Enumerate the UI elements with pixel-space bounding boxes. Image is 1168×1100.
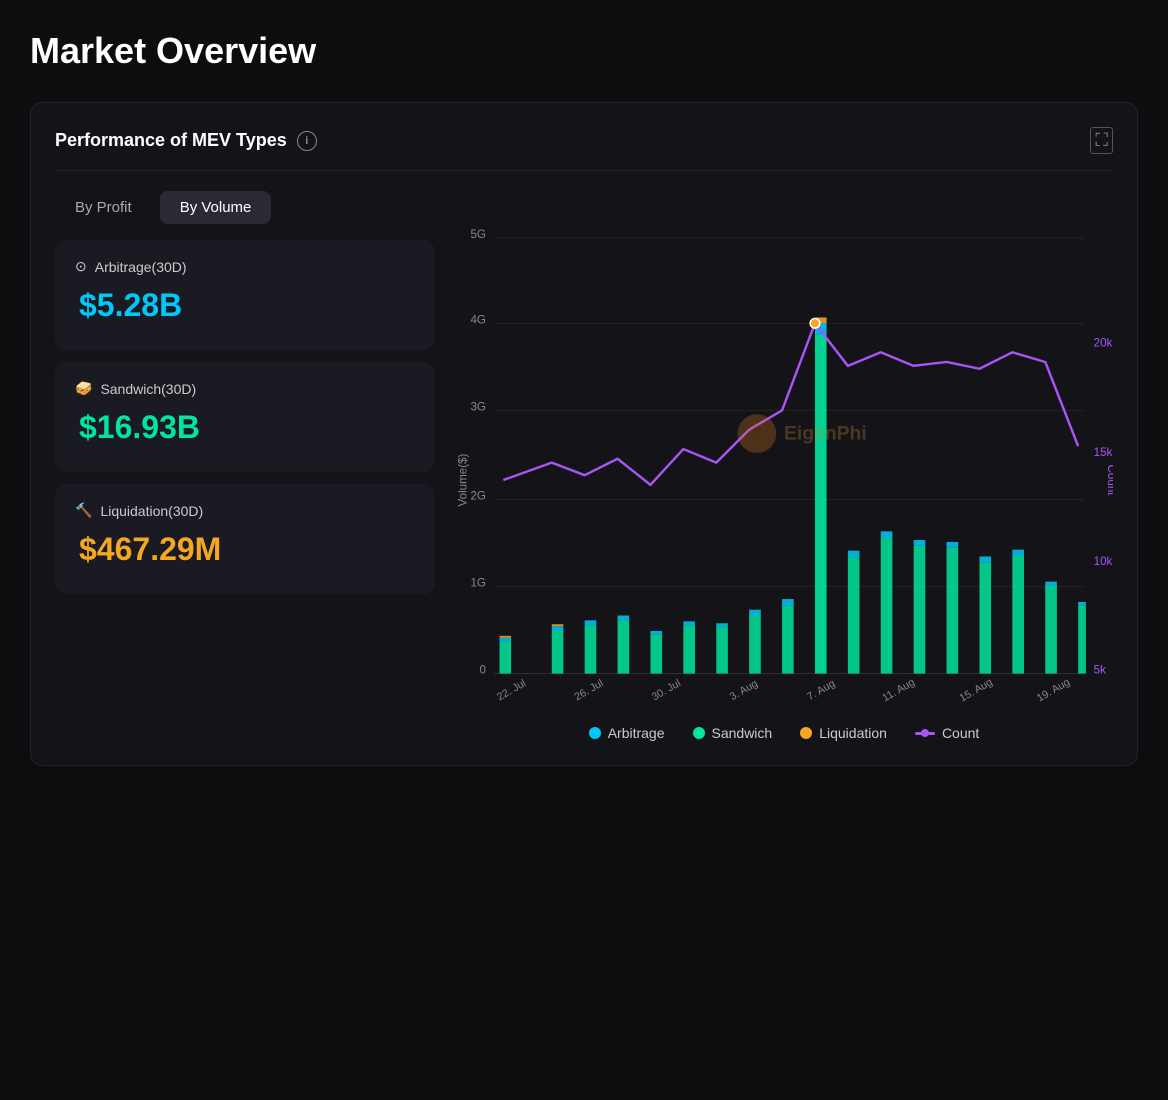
metric-cards: ⊙ Arbitrage(30D) $5.28B 🥪 Sandwich(30D) …: [55, 240, 435, 594]
legend-count: Count: [915, 725, 979, 741]
sandwich-value: $16.93B: [79, 409, 415, 446]
liquidation-icon: 🔨: [75, 502, 92, 519]
content-area: By Profit By Volume ⊙ Arbitrage(30D) $5.…: [55, 191, 1113, 741]
arbitrage-icon: ⊙: [75, 258, 87, 275]
sandwich-label: 🥪 Sandwich(30D): [75, 380, 415, 397]
svg-text:Count: Count: [1105, 465, 1113, 497]
count-legend-label: Count: [942, 725, 979, 741]
svg-text:3G: 3G: [470, 400, 486, 413]
svg-text:4G: 4G: [470, 313, 486, 326]
svg-text:30. Jul: 30. Jul: [650, 677, 683, 703]
expand-icon[interactable]: ⛶: [1090, 127, 1113, 154]
left-panel: By Profit By Volume ⊙ Arbitrage(30D) $5.…: [55, 191, 435, 741]
svg-text:3. Aug: 3. Aug: [728, 678, 760, 704]
svg-text:26. Jul: 26. Jul: [572, 677, 605, 703]
liquidation-legend-dot: [800, 727, 812, 739]
liquidation-value: $467.29M: [79, 531, 415, 568]
arbitrage-card: ⊙ Arbitrage(30D) $5.28B: [55, 240, 435, 350]
svg-text:19. Aug: 19. Aug: [1035, 676, 1072, 704]
legend-sandwich: Sandwich: [693, 725, 773, 741]
svg-text:11. Aug: 11. Aug: [880, 676, 917, 704]
toggle-buttons: By Profit By Volume: [55, 191, 435, 224]
svg-text:5k: 5k: [1094, 664, 1106, 677]
svg-text:10k: 10k: [1094, 555, 1113, 568]
arbitrage-value: $5.28B: [79, 287, 415, 324]
svg-text:7. Aug: 7. Aug: [805, 678, 837, 704]
info-icon[interactable]: i: [297, 131, 317, 151]
svg-text:Volume($): Volume($): [457, 453, 470, 506]
card-title: Performance of MEV Types: [55, 130, 287, 151]
count-legend-line: [915, 732, 935, 735]
chart-area: 0 1G 2G 3G 4G 5G Volume($) 5k 10k 15k 20…: [455, 191, 1113, 741]
chart-container: 0 1G 2G 3G 4G 5G Volume($) 5k 10k 15k 20…: [455, 191, 1113, 711]
liquidation-card: 🔨 Liquidation(30D) $467.29M: [55, 484, 435, 594]
main-card: Performance of MEV Types i ⛶ By Profit B…: [30, 102, 1138, 766]
liquidation-legend-label: Liquidation: [819, 725, 887, 741]
by-volume-button[interactable]: By Volume: [160, 191, 272, 224]
arbitrage-legend-label: Arbitrage: [608, 725, 665, 741]
sandwich-card: 🥪 Sandwich(30D) $16.93B: [55, 362, 435, 472]
svg-text:5G: 5G: [470, 228, 486, 241]
sandwich-legend-dot: [693, 727, 705, 739]
chart-svg: 0 1G 2G 3G 4G 5G Volume($) 5k 10k 15k 20…: [455, 191, 1113, 711]
sandwich-icon: 🥪: [75, 380, 92, 397]
svg-text:22. Jul: 22. Jul: [495, 677, 528, 703]
svg-text:2G: 2G: [470, 489, 486, 502]
page-title: Market Overview: [30, 30, 1138, 72]
sandwich-legend-label: Sandwich: [712, 725, 773, 741]
card-header-left: Performance of MEV Types i: [55, 130, 317, 151]
arbitrage-label: ⊙ Arbitrage(30D): [75, 258, 415, 275]
chart-legend: Arbitrage Sandwich Liquidation Count: [455, 725, 1113, 741]
svg-text:0: 0: [479, 664, 485, 677]
svg-text:EigenPhi: EigenPhi: [784, 422, 867, 444]
svg-text:20k: 20k: [1094, 336, 1113, 349]
arbitrage-legend-dot: [589, 727, 601, 739]
by-profit-button[interactable]: By Profit: [55, 191, 152, 224]
legend-liquidation: Liquidation: [800, 725, 887, 741]
svg-text:15. Aug: 15. Aug: [957, 676, 994, 704]
legend-arbitrage: Arbitrage: [589, 725, 665, 741]
card-header: Performance of MEV Types i ⛶: [55, 127, 1113, 171]
liquidation-label: 🔨 Liquidation(30D): [75, 502, 415, 519]
svg-text:15k: 15k: [1094, 446, 1113, 459]
svg-text:1G: 1G: [470, 576, 486, 589]
